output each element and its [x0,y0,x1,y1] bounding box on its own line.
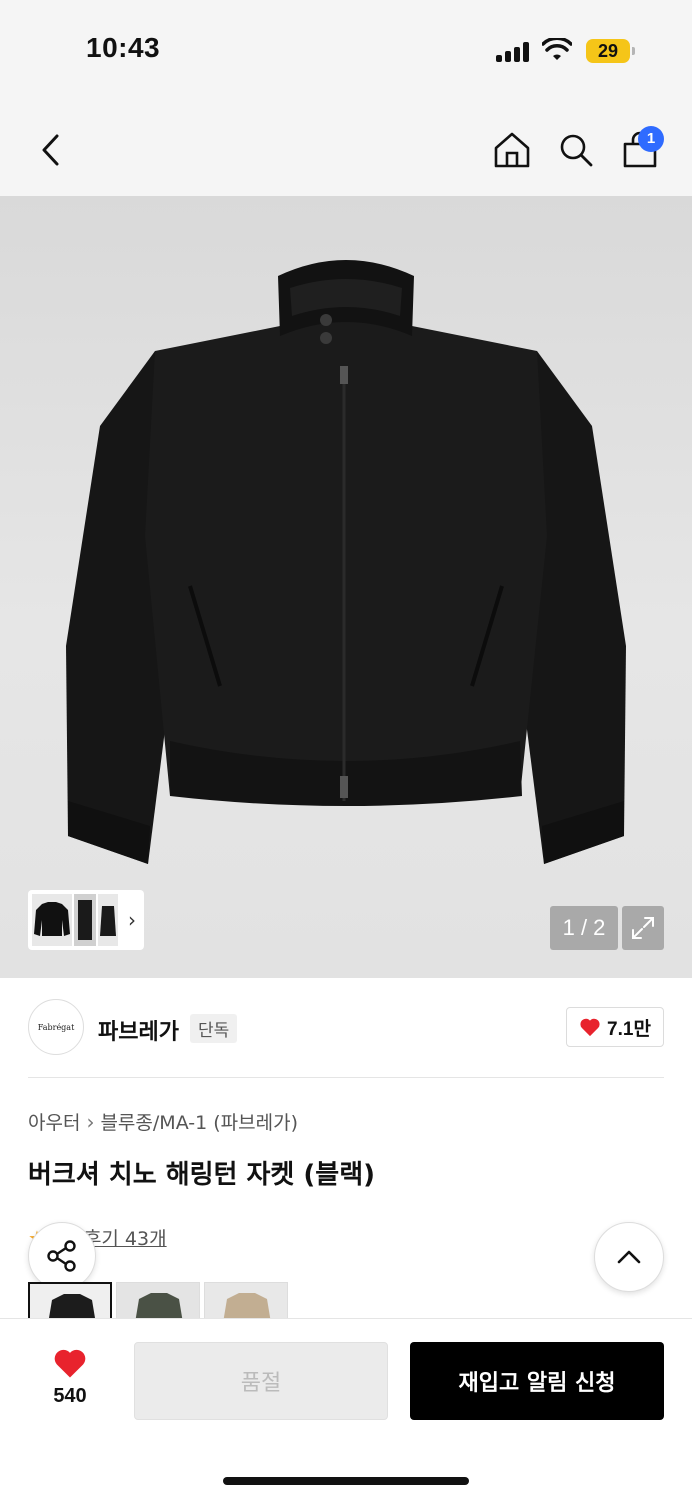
expand-icon [632,917,654,939]
thumbnail-images [32,894,118,946]
wifi-icon [542,38,572,60]
brand-logo[interactable]: Fabrégat [28,999,84,1055]
search-button[interactable] [552,124,600,176]
cart-count-badge: 1 [638,126,664,152]
breadcrumb-item[interactable]: 블루종/MA-1 (파브레가) [100,1108,298,1135]
wishlist-button[interactable]: 540 [40,1347,100,1411]
divider [28,1077,664,1078]
home-icon [494,132,530,168]
brand-name[interactable]: 파브레가 [98,1014,179,1046]
chevron-right-icon: › [128,908,136,932]
wishlist-count: 540 [53,1385,87,1407]
breadcrumb: 아우터 › 블루종/MA-1 (파브레가) [28,1108,298,1135]
brand-like-button[interactable]: 7.1만 [566,1007,664,1047]
restock-alert-button[interactable]: 재입고 알림 신청 [410,1342,664,1420]
color-swatch-beige[interactable] [204,1282,288,1322]
chevron-right-icon: › [86,1109,95,1134]
battery-indicator: 29 [586,39,630,63]
product-title: 버크셔 치노 해링턴 자켓 (블랙) [28,1160,376,1190]
search-icon [560,134,593,167]
soldout-button: 품절 [134,1342,388,1420]
exclusive-badge: 단독 [190,1014,238,1043]
home-button[interactable] [488,124,536,176]
heart-icon [54,1349,86,1378]
chevron-up-icon [617,1250,641,1264]
color-swatch-black[interactable] [28,1282,112,1322]
jacket-image [66,260,626,864]
top-nav: 1 [0,100,692,196]
image-page-counter: 1 / 2 [550,906,618,950]
home-indicator[interactable] [223,1477,469,1485]
status-time: 10:43 [86,32,161,63]
share-button[interactable] [28,1222,96,1290]
brand-row[interactable]: Fabrégat 파브레가 단독 7.1만 [0,978,692,1078]
product-image-gallery[interactable]: › 1 / 2 [0,196,692,978]
battery-nub [632,47,635,55]
scroll-to-top-button[interactable] [594,1222,664,1292]
thumbnail-1 [32,894,72,946]
breadcrumb-item[interactable]: 아우터 [28,1108,80,1135]
share-icon [47,1240,76,1272]
chevron-left-icon [42,134,59,166]
bottom-action-bar: 540 품절 재입고 알림 신청 [0,1318,692,1500]
status-bar: 10:43 29 [0,0,692,100]
brand-like-count: 7.1만 [607,1018,651,1040]
heart-icon [580,1018,600,1037]
color-swatches [28,1282,288,1322]
thumbnail-3 [98,894,118,946]
back-button[interactable] [28,124,72,176]
thumbnail-2 [74,894,96,946]
thumbnail-strip[interactable]: › [28,890,144,950]
review-link[interactable]: 후기 43개 [84,1224,167,1251]
signal-icon [496,42,532,62]
color-swatch-khaki[interactable] [116,1282,200,1322]
expand-image-button[interactable] [622,906,664,950]
